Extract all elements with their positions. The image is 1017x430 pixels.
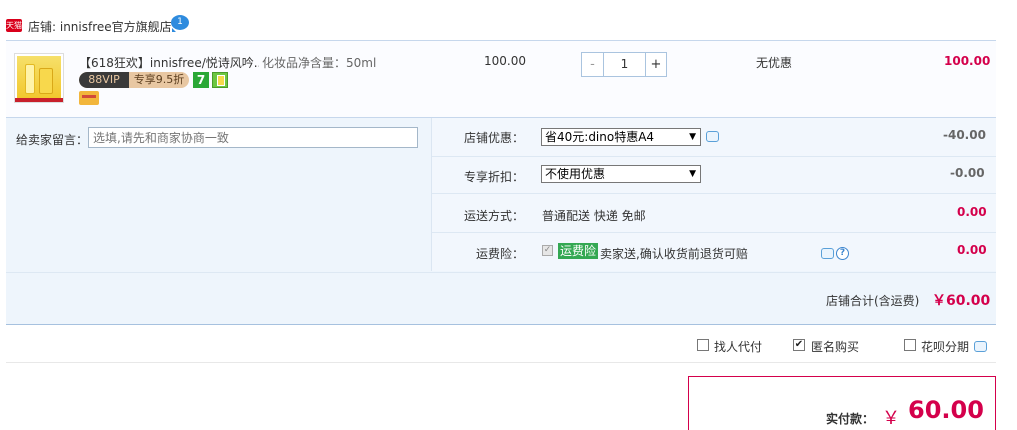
store-coupon-amount: -40.00 [943,128,986,142]
quantity-input[interactable]: 1 [604,53,645,76]
shipping-fee: 0.00 [957,205,987,219]
installment-checkbox[interactable] [904,339,916,351]
shipping-insurance-text: 卖家送,确认收货前退货可赔 [600,247,748,261]
vip-badge-left: 88VIP [79,72,129,88]
vip-badge-right: 专享9.5折 [133,73,185,86]
item-discount: 无优惠 [756,56,793,70]
quantity-decrease-button[interactable]: - [582,53,604,76]
invoice-icon [212,72,228,88]
vip-discount-badge: 88VIP 专享9.5折 [79,72,189,88]
payment-amount: 60.00 [908,396,984,424]
product-spec: 化妆品净含量：50ml [262,56,377,70]
item-subtotal: 100.00 [944,54,991,68]
payment-label: 实付款： [826,412,875,426]
installment-label[interactable]: 花呗分期 [921,338,969,355]
tmall-icon: 天猫 [6,19,22,32]
unit-price: 100.00 [484,54,526,68]
exclusive-discount-amount: -0.00 [950,166,985,180]
payment-currency: ￥ [882,408,900,429]
product-tube-graphic [25,64,35,94]
chat-icon[interactable]: 1 [171,15,189,32]
shipping-method-text: 普通配送 快递 免邮 [542,209,646,223]
comment-icon[interactable] [821,248,834,259]
shipping-insurance-amount: 0.00 [957,243,987,257]
product-image-footer [15,98,63,102]
seven-day-return-icon: 7 [193,72,209,88]
shipping-insurance-badge: 运费险 [558,243,599,259]
shipping-insurance-label: 运费险： [475,247,524,261]
row-divider [432,156,996,157]
seller-message-label: 给卖家留言： [16,133,89,147]
anonymous-purchase-checkbox[interactable]: ✔ [793,339,805,351]
dropdown-arrow-icon: ▼ [689,169,696,179]
proxy-pay-label[interactable]: 找人代付 [714,338,762,355]
store-total-label: 店铺合计(含运费) [826,294,920,308]
quantity-stepper: - 1 + [581,52,667,77]
product-image [17,56,61,100]
store-coupon-label: 店铺优惠： [463,131,524,145]
anonymous-purchase-label[interactable]: 匿名购买 [811,338,859,355]
row-divider [432,232,996,233]
shipping-insurance-checkbox: ✓ [542,245,553,256]
product-thumbnail[interactable] [14,53,64,103]
store-coupon-selected: 省40元:dino特惠A4 [545,130,655,144]
exclusive-discount-label: 专享折扣： [463,170,524,184]
product-tube-graphic [39,68,53,94]
credit-card-icon [79,91,99,105]
store-coupon-select[interactable]: 省40元:dino特惠A4 ▼ [541,128,701,146]
product-title-link[interactable]: 【618狂欢】innisfree/悦诗风吟... [79,54,259,71]
exclusive-discount-selected: 不使用优惠 [545,167,606,181]
row-divider [432,193,996,194]
shipping-method-label: 运送方式： [463,209,524,223]
quantity-increase-button[interactable]: + [645,53,666,76]
store-name[interactable]: 店铺: innisfree官方旗舰店 [28,18,172,35]
help-icon[interactable]: ? [836,247,849,260]
comment-icon[interactable] [974,341,987,352]
proxy-pay-checkbox[interactable] [697,339,709,351]
divider [6,362,996,363]
dropdown-arrow-icon: ▼ [689,132,696,142]
store-total-amount: ￥60.00 [932,293,991,309]
seller-message-input[interactable] [88,127,418,148]
comment-icon[interactable] [706,131,719,142]
exclusive-discount-select[interactable]: 不使用优惠 ▼ [541,165,701,183]
